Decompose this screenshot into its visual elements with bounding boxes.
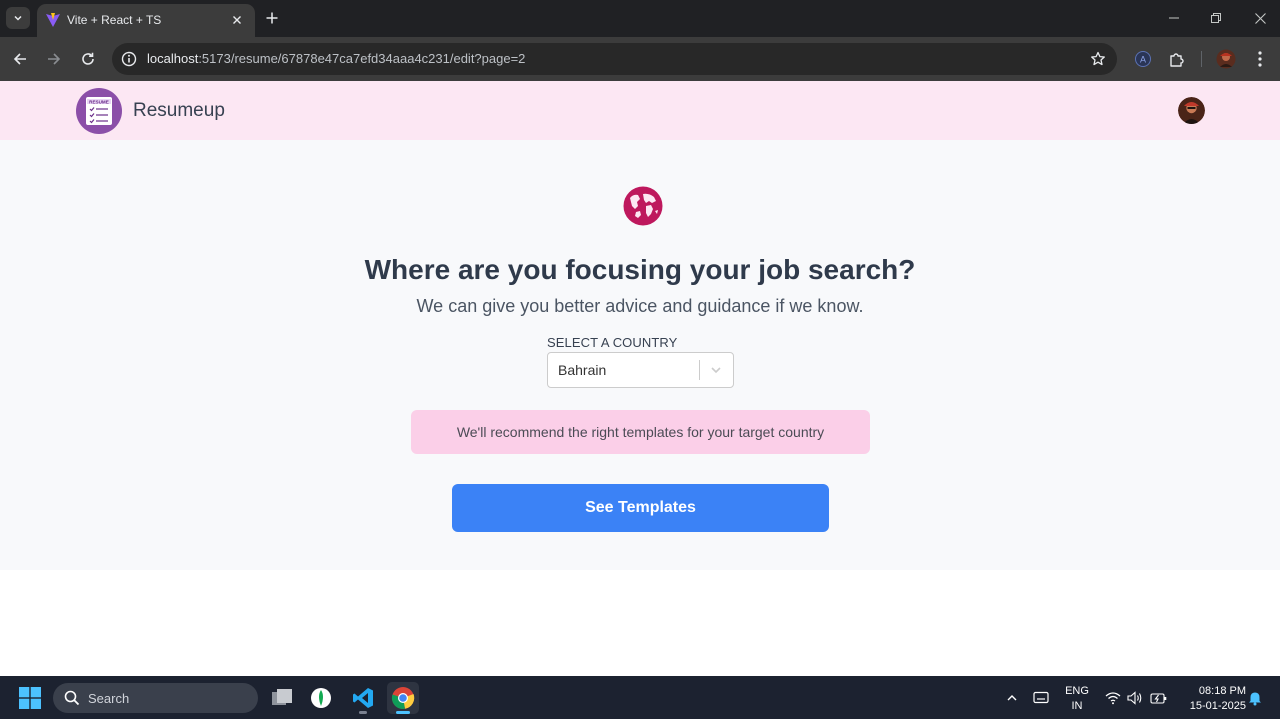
extension-a-icon[interactable]: A <box>1133 49 1153 69</box>
clock-date: 15-01-2025 <box>1189 700 1246 712</box>
browser-tabstrip: Vite + React + TS <box>0 0 1280 37</box>
country-select-label: SELECT A COUNTRY <box>547 335 678 350</box>
volume-icon[interactable] <box>1126 689 1144 707</box>
resume-document-icon: RESUME <box>86 97 112 125</box>
windows-start-icon[interactable] <box>19 687 41 709</box>
system-clock[interactable]: 08:18 PM 15-01-2025 <box>1176 684 1246 714</box>
profile-avatar[interactable] <box>1216 49 1236 69</box>
wifi-icon[interactable] <box>1104 689 1122 707</box>
lang-line-1: ENG <box>1065 685 1089 697</box>
search-icon <box>64 690 80 706</box>
task-view-icon <box>272 689 292 705</box>
chevron-down-icon <box>14 15 22 21</box>
address-bar[interactable]: localhost:5173/resume/67878e47ca7efd34aa… <box>112 43 1117 75</box>
reload-icon[interactable] <box>77 48 99 70</box>
url-host: localhost <box>147 51 199 66</box>
chrome-icon <box>391 687 415 709</box>
select-separator <box>699 360 700 380</box>
brand-name[interactable]: Resumeup <box>133 100 225 122</box>
window-minimize-icon[interactable] <box>1164 8 1184 28</box>
see-templates-button[interactable]: See Templates <box>452 484 829 532</box>
forward-arrow-icon[interactable] <box>43 48 65 70</box>
info-banner: We'll recommend the right templates for … <box>411 410 870 454</box>
tab-search-button[interactable] <box>6 7 30 29</box>
page-subheading: We can give you better advice and guidan… <box>416 296 864 316</box>
site-info-icon[interactable] <box>120 50 138 68</box>
battery-icon[interactable] <box>1149 689 1167 707</box>
vscode-icon <box>353 688 373 708</box>
taskbar-search[interactable]: Search <box>53 683 258 713</box>
taskbar-app-chrome[interactable] <box>387 682 419 714</box>
new-tab-plus-icon[interactable] <box>262 8 282 28</box>
notification-bell-icon[interactable] <box>1246 689 1264 707</box>
resumeup-logo[interactable]: RESUME <box>76 88 122 134</box>
user-avatar[interactable] <box>1178 97 1205 124</box>
chevron-down-icon[interactable] <box>708 362 724 378</box>
clock-time: 08:18 PM <box>1198 685 1246 697</box>
info-banner-text: We'll recommend the right templates for … <box>456 424 825 440</box>
globe-icon <box>623 186 663 226</box>
browser-toolbar: localhost:5173/resume/67878e47ca7efd34aa… <box>0 37 1280 81</box>
country-selection-section: Where are you focusing your job search? … <box>0 140 1280 570</box>
tray-device-icon[interactable] <box>1032 689 1050 707</box>
country-select-value: Bahrain <box>558 362 607 378</box>
tab-close-icon[interactable] <box>229 12 245 28</box>
url-text[interactable]: localhost:5173/resume/67878e47ca7efd34aa… <box>147 51 525 66</box>
tray-overflow-chevron-icon[interactable] <box>1003 689 1021 707</box>
taskbar-app-vscode[interactable] <box>347 682 379 714</box>
vite-favicon-icon <box>46 13 60 27</box>
app-header: RESUME Resumeup <box>0 81 1280 140</box>
extensions-puzzle-icon[interactable] <box>1167 49 1187 69</box>
window-close-icon[interactable] <box>1250 8 1270 28</box>
chrome-menu-icon[interactable] <box>1250 49 1270 69</box>
back-arrow-icon[interactable] <box>9 48 31 70</box>
windows-taskbar: Search ENG IN 08:18 PM 15-01-2025 <box>0 676 1280 719</box>
mongodb-compass-icon <box>311 688 331 708</box>
see-templates-label: See Templates <box>585 499 696 516</box>
bookmark-star-icon[interactable] <box>1089 50 1107 68</box>
taskbar-app-mongodb[interactable] <box>305 682 337 714</box>
url-path: :5173/resume/67878e47ca7efd34aaa4c231/ed… <box>198 51 526 66</box>
taskbar-search-placeholder: Search <box>88 691 130 706</box>
active-indicator <box>396 711 410 714</box>
svg-text:A: A <box>1140 55 1146 65</box>
tab-title: Vite + React + TS <box>67 13 162 27</box>
browser-tab-active[interactable]: Vite + React + TS <box>37 4 255 37</box>
taskbar-app-task-view[interactable] <box>266 682 298 714</box>
page-heading: Where are you focusing your job search? <box>364 254 916 285</box>
web-page: RESUME Resumeup Where are you focusing y… <box>0 81 1280 676</box>
lang-line-2: IN <box>1071 700 1083 712</box>
window-restore-icon[interactable] <box>1206 8 1226 28</box>
running-indicator <box>359 711 367 714</box>
toolbar-divider <box>1201 51 1202 67</box>
country-select[interactable]: Bahrain <box>547 352 734 388</box>
input-language-indicator[interactable]: ENG IN <box>1064 684 1090 714</box>
logo-text: RESUME <box>89 99 109 104</box>
